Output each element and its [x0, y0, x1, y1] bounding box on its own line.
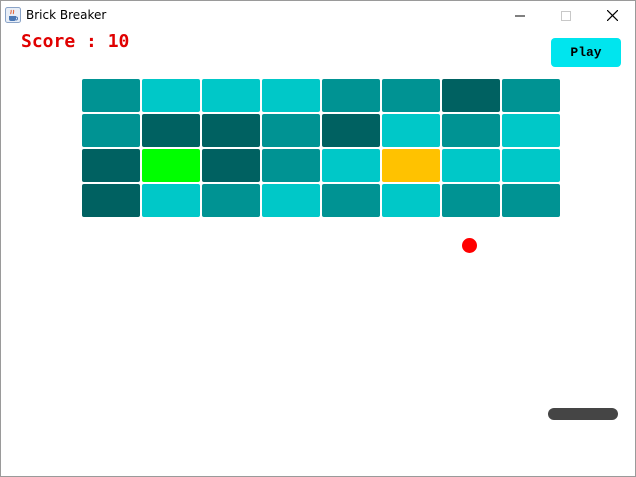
maximize-icon [561, 6, 571, 25]
window-title: Brick Breaker [26, 8, 107, 22]
paddle[interactable] [548, 408, 618, 420]
brick [202, 184, 260, 217]
score-display: Score : 10 [21, 31, 130, 52]
close-icon [606, 6, 618, 25]
brick [382, 149, 440, 182]
brick [502, 79, 560, 112]
brick [502, 149, 560, 182]
brick [82, 149, 140, 182]
brick [322, 79, 380, 112]
brick [442, 149, 500, 182]
brick [382, 114, 440, 147]
brick [82, 79, 140, 112]
brick [142, 184, 200, 217]
brick [202, 79, 260, 112]
brick [142, 149, 200, 182]
minimize-icon [515, 6, 525, 25]
brick [142, 79, 200, 112]
brick [442, 79, 500, 112]
brick [202, 114, 260, 147]
play-button[interactable]: Play [551, 38, 621, 67]
brick [382, 79, 440, 112]
brick [322, 149, 380, 182]
brick [502, 114, 560, 147]
game-canvas[interactable]: Score : 10 Play [1, 29, 635, 476]
brick [262, 184, 320, 217]
brick [82, 184, 140, 217]
brick [262, 114, 320, 147]
minimize-button[interactable] [497, 1, 543, 29]
brick [442, 184, 500, 217]
brick [142, 114, 200, 147]
java-cup-icon [5, 7, 21, 23]
maximize-button[interactable] [543, 1, 589, 29]
brick [322, 114, 380, 147]
brick [442, 114, 500, 147]
brick [202, 149, 260, 182]
title-bar[interactable]: Brick Breaker [1, 1, 635, 29]
brick [322, 184, 380, 217]
brick [382, 184, 440, 217]
brick [262, 79, 320, 112]
brick [82, 114, 140, 147]
game-window: Brick Breaker Score : 10 Play [0, 0, 636, 477]
ball [462, 238, 477, 253]
brick [262, 149, 320, 182]
brick [502, 184, 560, 217]
close-button[interactable] [589, 1, 635, 29]
